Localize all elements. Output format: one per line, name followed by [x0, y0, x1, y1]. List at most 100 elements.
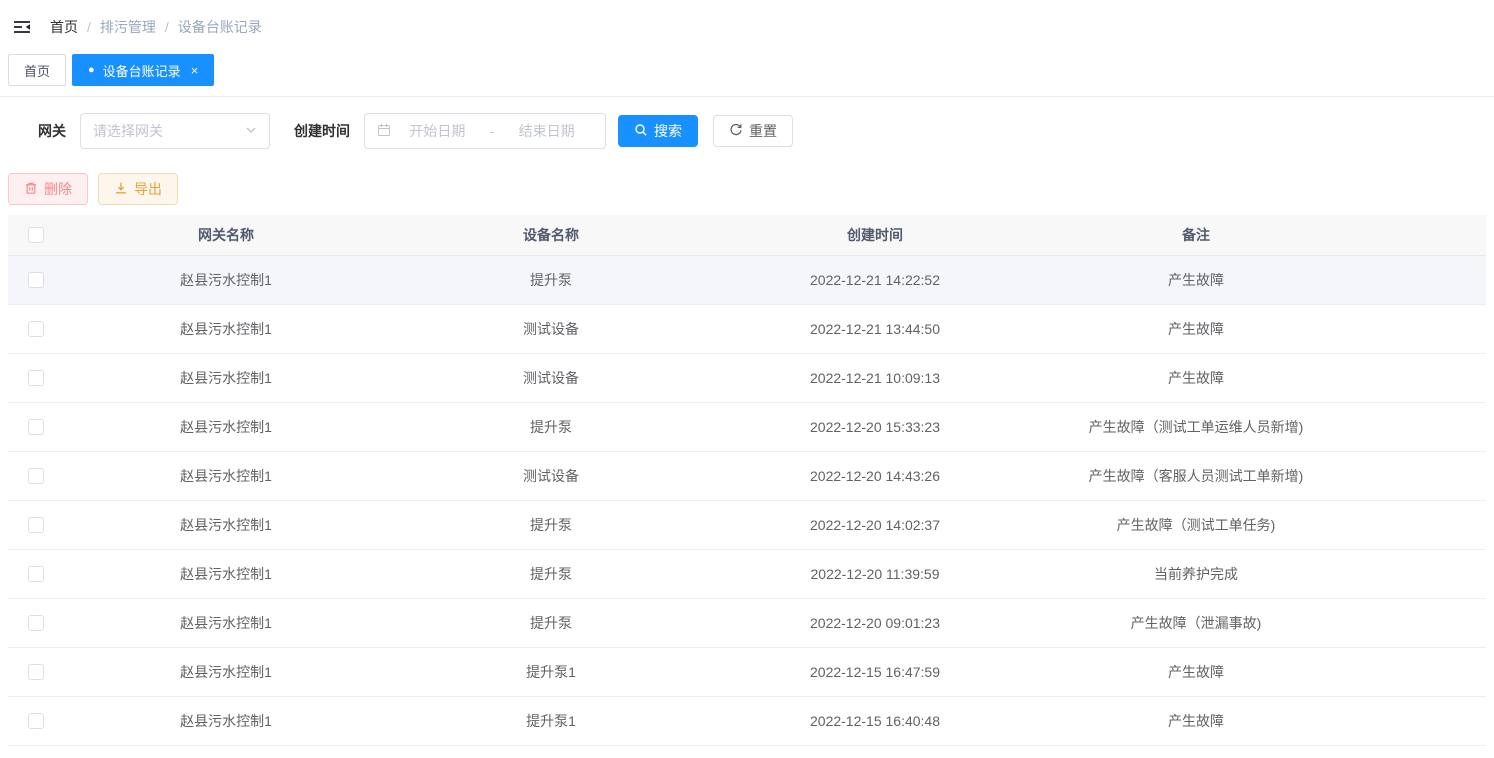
menu-fold-icon[interactable]: [10, 15, 34, 39]
reset-button-label: 重置: [749, 121, 777, 141]
download-icon: [114, 181, 134, 198]
active-dot-icon: ●: [88, 65, 95, 76]
delete-button[interactable]: 删除: [8, 173, 88, 205]
row-checkbox[interactable]: [28, 566, 44, 582]
gateway-select[interactable]: 请选择网关: [80, 113, 270, 149]
cell-gateway-name: 赵县污水控制1: [64, 647, 388, 696]
cell-created-time: 2022-12-20 14:02:37: [714, 500, 1036, 549]
cell-device-name: 提升泵: [388, 500, 714, 549]
row-checkbox[interactable]: [28, 517, 44, 533]
chevron-down-icon: [245, 123, 257, 139]
top-bar: 首页 / 排污管理 / 设备台账记录: [0, 0, 1494, 54]
cell-created-time: 2022-12-15 16:40:48: [714, 696, 1036, 745]
breadcrumb-item-module[interactable]: 排污管理: [100, 17, 156, 37]
tab-label: 首页: [24, 61, 50, 80]
row-checkbox[interactable]: [28, 321, 44, 337]
cell-filler: [1356, 451, 1486, 500]
cell-remark: 产生故障: [1036, 304, 1356, 353]
table-row[interactable]: 赵县污水控制1 提升泵1 2022-12-15 16:40:48 产生故障: [8, 696, 1486, 745]
breadcrumb-separator: /: [165, 19, 169, 35]
cell-device-name: 测试设备: [388, 451, 714, 500]
cell-device-name: 测试设备: [388, 304, 714, 353]
reset-button[interactable]: 重置: [713, 115, 793, 147]
row-checkbox[interactable]: [28, 615, 44, 631]
row-checkbox[interactable]: [28, 419, 44, 435]
cell-created-time: 2022-12-20 11:39:59: [714, 549, 1036, 598]
cell-device-name: 提升泵: [388, 402, 714, 451]
cell-created-time: 2022-12-21 14:22:52: [714, 255, 1036, 304]
cell-remark: 产生故障（测试工单运维人员新增): [1036, 402, 1356, 451]
table-row[interactable]: 赵县污水控制1 提升泵 2022-12-20 09:01:23 产生故障（泄漏事…: [8, 598, 1486, 647]
cell-created-time: 2022-12-20 15:33:23: [714, 402, 1036, 451]
tab-label: 设备台账记录: [103, 61, 181, 80]
row-checkbox[interactable]: [28, 468, 44, 484]
table-row[interactable]: 赵县污水控制1 提升泵1 2022-12-15 16:47:59 产生故障: [8, 647, 1486, 696]
gateway-label: 网关: [38, 121, 66, 141]
table-row[interactable]: 赵县污水控制1 提升泵 2022-12-20 15:33:23 产生故障（测试工…: [8, 402, 1486, 451]
row-checkbox[interactable]: [28, 370, 44, 386]
search-button-label: 搜索: [654, 121, 682, 141]
action-bar: 删除 导出: [8, 173, 1494, 205]
cell-remark: 产生故障: [1036, 255, 1356, 304]
cell-filler: [1356, 353, 1486, 402]
cell-remark: 产生故障: [1036, 647, 1356, 696]
table-header-row: 网关名称 设备名称 创建时间 备注: [8, 215, 1486, 255]
start-date-input[interactable]: 开始日期: [391, 121, 484, 141]
calendar-icon: [377, 123, 391, 140]
created-time-label: 创建时间: [294, 121, 350, 141]
export-button[interactable]: 导出: [98, 173, 178, 205]
row-checkbox[interactable]: [28, 713, 44, 729]
table-row[interactable]: 赵县污水控制1 测试设备 2022-12-21 13:44:50 产生故障: [8, 304, 1486, 353]
table-body: 赵县污水控制1 提升泵 2022-12-21 14:22:52 产生故障 赵县污…: [8, 255, 1486, 745]
table-row[interactable]: 赵县污水控制1 测试设备 2022-12-20 14:43:26 产生故障（客服…: [8, 451, 1486, 500]
search-button[interactable]: 搜索: [618, 115, 698, 147]
cell-gateway-name: 赵县污水控制1: [64, 451, 388, 500]
refresh-icon: [729, 123, 749, 140]
table-row[interactable]: 赵县污水控制1 提升泵 2022-12-20 14:02:37 产生故障（测试工…: [8, 500, 1486, 549]
column-header-filler: [1356, 215, 1486, 255]
breadcrumb: 首页 / 排污管理 / 设备台账记录: [50, 17, 262, 37]
trash-icon: [24, 181, 44, 198]
cell-filler: [1356, 402, 1486, 451]
breadcrumb-separator: /: [87, 19, 91, 35]
export-button-label: 导出: [134, 179, 162, 199]
cell-gateway-name: 赵县污水控制1: [64, 549, 388, 598]
cell-remark: 产生故障（测试工单任务): [1036, 500, 1356, 549]
breadcrumb-item-home[interactable]: 首页: [50, 17, 78, 37]
table-row[interactable]: 赵县污水控制1 测试设备 2022-12-21 10:09:13 产生故障: [8, 353, 1486, 402]
column-header-gateway: 网关名称: [64, 215, 388, 255]
cell-gateway-name: 赵县污水控制1: [64, 696, 388, 745]
cell-created-time: 2022-12-21 13:44:50: [714, 304, 1036, 353]
tab-bar: 首页 ● 设备台账记录 ×: [0, 54, 1494, 97]
tab-device-ledger[interactable]: ● 设备台账记录 ×: [72, 54, 214, 86]
table-row[interactable]: 赵县污水控制1 提升泵 2022-12-21 14:22:52 产生故障: [8, 255, 1486, 304]
cell-filler: [1356, 598, 1486, 647]
tab-home[interactable]: 首页: [8, 54, 66, 86]
cell-gateway-name: 赵县污水控制1: [64, 402, 388, 451]
cell-filler: [1356, 304, 1486, 353]
cell-device-name: 提升泵: [388, 598, 714, 647]
cell-filler: [1356, 549, 1486, 598]
cell-device-name: 提升泵1: [388, 696, 714, 745]
cell-device-name: 提升泵1: [388, 647, 714, 696]
cell-remark: 产生故障: [1036, 353, 1356, 402]
cell-filler: [1356, 255, 1486, 304]
row-checkbox[interactable]: [28, 664, 44, 680]
records-table: 网关名称 设备名称 创建时间 备注 赵县污水控制1 提升泵 2022-12-21…: [8, 215, 1486, 746]
cell-remark: 产生故障（泄漏事故): [1036, 598, 1356, 647]
end-date-input[interactable]: 结束日期: [500, 121, 593, 141]
table-row[interactable]: 赵县污水控制1 提升泵 2022-12-20 11:39:59 当前养护完成: [8, 549, 1486, 598]
breadcrumb-item-current: 设备台账记录: [178, 17, 262, 37]
cell-remark: 产生故障: [1036, 696, 1356, 745]
date-range-picker[interactable]: 开始日期 - 结束日期: [364, 113, 606, 149]
cell-device-name: 测试设备: [388, 353, 714, 402]
filter-bar: 网关 请选择网关 创建时间 开始日期 - 结束日期 搜索 重置: [38, 113, 1494, 149]
column-header-remark: 备注: [1036, 215, 1356, 255]
close-tab-icon[interactable]: ×: [191, 63, 199, 78]
search-icon: [634, 123, 654, 140]
row-checkbox[interactable]: [28, 272, 44, 288]
select-all-checkbox[interactable]: [28, 227, 44, 243]
column-header-created: 创建时间: [714, 215, 1036, 255]
cell-gateway-name: 赵县污水控制1: [64, 353, 388, 402]
column-header-device: 设备名称: [388, 215, 714, 255]
